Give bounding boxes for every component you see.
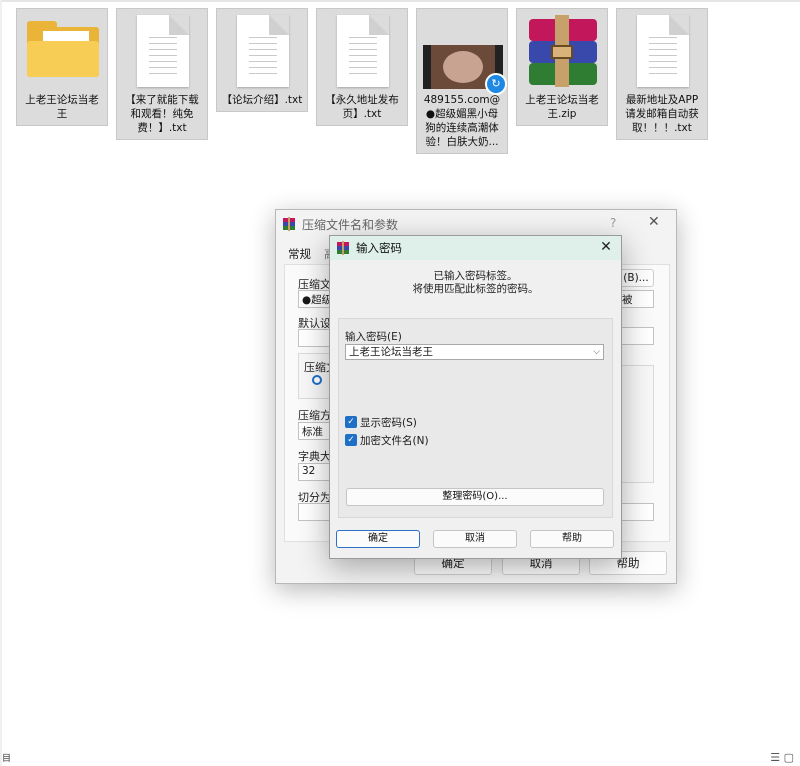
password-message: 已输入密码标签。 将使用匹配此标签的密码。 bbox=[330, 270, 621, 296]
method-label: 压缩方 bbox=[298, 409, 331, 422]
window-top-border bbox=[0, 0, 800, 2]
file-item-label: 【永久地址发布页】.txt bbox=[325, 94, 399, 120]
text-file-icon bbox=[217, 9, 307, 91]
help-button[interactable]: 帮助 bbox=[530, 530, 614, 548]
password-value: 上老王论坛当老王 bbox=[349, 346, 433, 358]
message-line: 将使用匹配此标签的密码。 bbox=[412, 283, 539, 295]
file-item-folder[interactable]: 上老王论坛当老王 bbox=[16, 8, 108, 126]
dialog-title: 压缩文件名和参数 bbox=[302, 218, 399, 232]
password-dialog: 输入密码 ✕ 已输入密码标签。 将使用匹配此标签的密码。 输入密码(E) 上老王… bbox=[329, 235, 622, 559]
status-bar-text: 目 bbox=[2, 754, 12, 764]
text-file-icon bbox=[117, 9, 207, 91]
file-item-txt-intro[interactable]: 【论坛介绍】.txt bbox=[216, 8, 308, 112]
organize-passwords-button[interactable]: 整理密码(O)... bbox=[346, 488, 604, 506]
winrar-archive-icon bbox=[517, 9, 607, 91]
split-unit-field[interactable] bbox=[618, 503, 654, 521]
file-item-txt-app[interactable]: 最新地址及APP请发邮箱自动获取！！！.txt bbox=[616, 8, 708, 140]
close-icon[interactable]: ✕ bbox=[597, 238, 615, 256]
chevron-down-icon[interactable]: ⌵ bbox=[593, 345, 600, 359]
password-dialog-titlebar: 输入密码 ✕ bbox=[330, 236, 621, 260]
file-item-label: 最新地址及APP请发邮箱自动获取！！！.txt bbox=[625, 94, 699, 134]
password-input[interactable]: 上老王论坛当老王 ⌵ bbox=[345, 344, 604, 360]
ok-button[interactable]: 确定 bbox=[336, 530, 420, 548]
list-view-icon[interactable]: ☰ ▢ bbox=[770, 751, 794, 764]
file-item-video[interactable]: ↻ 489155.com@●超级媚黑小母狗的连续高潮体验！白肤大奶... bbox=[416, 8, 508, 154]
winrar-icon bbox=[283, 217, 295, 231]
cancel-button[interactable]: 取消 bbox=[433, 530, 517, 548]
show-password-checkbox[interactable]: ✓ bbox=[345, 416, 357, 428]
format-radio[interactable] bbox=[312, 375, 322, 385]
encrypt-filenames-checkbox[interactable]: ✓ bbox=[345, 434, 357, 446]
folder-icon bbox=[17, 9, 107, 91]
window-left-border bbox=[0, 0, 2, 766]
file-item-txt-download[interactable]: 【来了就能下载和观看！纯免费！】.txt bbox=[116, 8, 208, 140]
options-select[interactable] bbox=[618, 327, 654, 345]
message-line: 已输入密码标签。 bbox=[433, 270, 518, 282]
file-item-txt-address[interactable]: 【永久地址发布页】.txt bbox=[316, 8, 408, 126]
options-group bbox=[618, 365, 654, 483]
tab-general[interactable]: 常规 bbox=[288, 246, 311, 262]
update-mode-select[interactable]: 被 bbox=[618, 290, 654, 308]
file-item-label: 【论坛介绍】.txt bbox=[221, 94, 303, 106]
file-item-label: 【来了就能下载和观看！纯免费！】.txt bbox=[125, 94, 199, 134]
file-item-label: 上老王论坛当老王.zip bbox=[525, 94, 599, 120]
file-item-zip[interactable]: 上老王论坛当老王.zip bbox=[516, 8, 608, 126]
video-file-icon: ↻ bbox=[417, 9, 507, 95]
play-badge-icon: ↻ bbox=[485, 73, 507, 95]
show-password-label: 显示密码(S) bbox=[360, 417, 417, 429]
text-file-icon bbox=[617, 9, 707, 91]
file-item-label: 489155.com@●超级媚黑小母狗的连续高潮体验！白肤大奶... bbox=[423, 94, 501, 148]
password-label: 输入密码(E) bbox=[345, 331, 402, 343]
winrar-icon bbox=[337, 241, 349, 255]
file-item-label: 上老王论坛当老王 bbox=[25, 94, 99, 120]
close-icon[interactable]: ✕ bbox=[648, 214, 660, 230]
text-file-icon bbox=[317, 9, 407, 91]
password-dialog-title: 输入密码 bbox=[356, 241, 402, 255]
browse-button[interactable]: (B)... bbox=[618, 269, 654, 287]
help-icon[interactable]: ? bbox=[610, 216, 616, 230]
encrypt-filenames-label: 加密文件名(N) bbox=[360, 435, 429, 447]
